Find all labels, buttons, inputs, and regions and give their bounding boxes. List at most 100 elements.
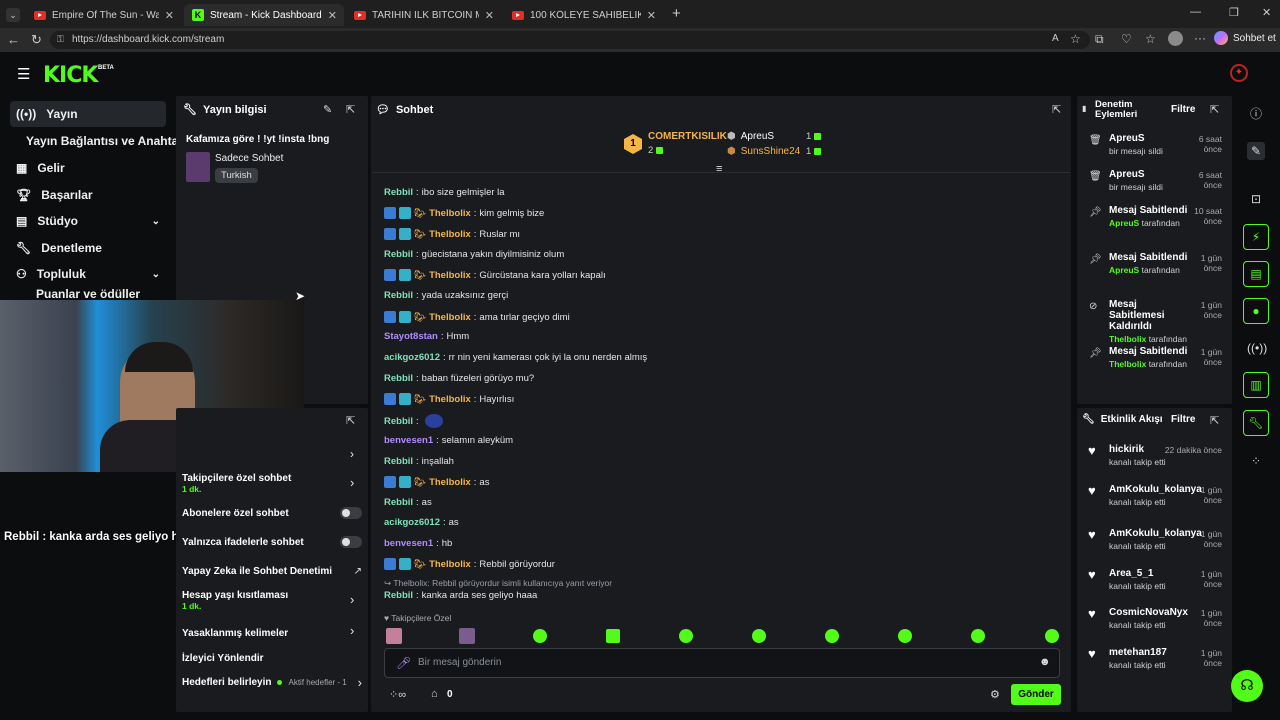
chat-message[interactable]: Rebbil: yada uzaksınız gerçi	[384, 290, 508, 301]
chat-username[interactable]: Thelbolix	[429, 394, 471, 405]
chat-username[interactable]: Stayot8stan	[384, 331, 438, 342]
document-icon[interactable]: ▤	[1243, 261, 1269, 287]
emote-avatar-1[interactable]	[386, 628, 402, 644]
edit-pencil-icon[interactable]: ✎	[323, 103, 332, 116]
chat-icon[interactable]: ●	[1243, 298, 1269, 324]
chat-message[interactable]: acikgoz6012: rr nin yeni kamerası çok iyi…	[384, 352, 647, 363]
performance-icon[interactable]: ♡	[1121, 32, 1132, 46]
chat-username[interactable]: Thelbolix	[429, 208, 471, 219]
read-aloud-icon[interactable]: A	[1052, 33, 1059, 44]
chat-message[interactable]: Rebbil: inşallah	[384, 456, 454, 467]
chat-message[interactable]: Rebbil: ibo size gelmişler la	[384, 187, 505, 198]
leaderboard-first-name[interactable]: COMERTKISILIK	[648, 131, 727, 142]
chat-message[interactable]: benvesen1: hb	[384, 538, 452, 549]
chat-message[interactable]: 🐎︎ Thelbolix: kim gelmiş bize	[384, 207, 544, 219]
maximize-icon[interactable]: ❐	[1229, 6, 1239, 19]
favorite-star-icon[interactable]: ☆	[1070, 32, 1081, 46]
address-bar[interactable]: https://dashboard.kick.com/stream	[50, 31, 1090, 49]
emote-icon[interactable]	[971, 629, 985, 643]
activity-filter-button[interactable]: Filtre	[1171, 414, 1195, 425]
store-icon[interactable]: ⌂	[431, 688, 438, 700]
chat-message[interactable]: benvesen1: selamın aleyküm	[384, 435, 513, 446]
popout-icon[interactable]: ⇱	[346, 414, 355, 427]
language-tag[interactable]: Turkish	[215, 168, 258, 183]
chevron-right-icon[interactable]: ›	[350, 447, 354, 461]
points-icon[interactable]: ⁘∞	[389, 688, 406, 701]
more-menu-icon[interactable]: ···	[1194, 31, 1206, 45]
chat-message-last[interactable]: Rebbil: kanka arda ses geliyo haaa	[384, 590, 537, 601]
chat-message[interactable]: Rebbil: baban füzeleri görüyo mu?	[384, 373, 534, 384]
moderation-item[interactable]: ApreuS bir mesajı sildi	[1109, 133, 1189, 156]
chat-message[interactable]: 🐎︎ Thelbolix: Hayırlısı	[384, 393, 514, 405]
sidebar-item-stream-key[interactable]: Yayın Bağlantısı ve Anahtarı	[10, 128, 186, 154]
followers-only-setting[interactable]: Takipçilere özel sohbet 1 dk. ›	[182, 473, 362, 494]
chat-username[interactable]: Thelbolix	[429, 559, 471, 570]
browser-tab-4[interactable]: 100 KÖLEYE SAHİBELİK YAPTIM! (S✕	[504, 4, 664, 26]
chat-username[interactable]: Thelbolix	[429, 270, 471, 281]
chat-username[interactable]: Thelbolix	[429, 477, 471, 488]
chat-username[interactable]: Thelbolix	[429, 229, 471, 240]
extensions-icon[interactable]: ⧉	[1095, 32, 1104, 47]
broadcast-icon[interactable]: ((•))	[1247, 339, 1267, 357]
close-icon[interactable]: ✕	[328, 9, 337, 22]
chat-message[interactable]: 🐎︎ Thelbolix: Ruslar mı	[384, 228, 520, 240]
chat-username[interactable]: Rebbil	[384, 416, 413, 427]
chat-username[interactable]: Rebbil	[384, 249, 413, 260]
tab-list-icon[interactable]: ⌄	[6, 8, 20, 22]
emote-icon[interactable]	[606, 629, 620, 643]
sidebar-item-basarilar[interactable]: 🏆︎ Başarılar	[10, 182, 166, 208]
chat-message[interactable]: Stayot8stan: Hmm	[384, 331, 469, 342]
moderation-item[interactable]: Mesaj Sabitlemesi Kaldırıldı Thelbolix ta…	[1109, 299, 1189, 344]
support-button[interactable]: ☊	[1231, 670, 1263, 702]
chat-message[interactable]: 🐎︎ Thelbolix: as	[384, 476, 489, 488]
sidebar-item-denetleme[interactable]: 🔧︎ Denetleme	[10, 235, 166, 261]
sidebar-item-yayin[interactable]: ((•)) Yayın	[10, 101, 166, 127]
popout-icon[interactable]: ⇱	[346, 103, 355, 116]
sidebar-item-topluluk[interactable]: ⚇ Topluluk ⌄	[10, 261, 166, 287]
moderation-item[interactable]: Mesaj Sabitlendi Thelbolix tarafından	[1109, 346, 1189, 369]
new-tab-icon[interactable]: +	[672, 5, 681, 22]
emote-icon[interactable]	[898, 629, 912, 643]
chat-username[interactable]: Thelbolix	[429, 312, 471, 323]
category-name[interactable]: Sadece Sohbet	[215, 153, 283, 164]
leaderboard-second[interactable]: ⬢ ApreuS	[727, 131, 774, 142]
window-close-icon[interactable]: ✕	[1262, 6, 1271, 19]
sidebar-item-puanlar[interactable]: Puanlar ve ödüller	[10, 288, 166, 300]
reload-icon[interactable]: ↻	[31, 32, 42, 48]
sidebar-item-studyo[interactable]: ▤ Stüdyo ⌄	[10, 208, 166, 234]
ai-moderation-setting[interactable]: Yapay Zeka ile Sohbet Denetimi ↗	[182, 566, 362, 577]
chat-username[interactable]: benvesen1	[384, 435, 433, 446]
moderator-name[interactable]: Thelbolix	[1109, 334, 1146, 344]
chat-message[interactable]: acikgoz6012: as	[384, 517, 459, 528]
emotes-only-toggle[interactable]	[340, 536, 362, 548]
close-icon[interactable]: ✕	[485, 9, 494, 22]
moderation-item[interactable]: ApreuS bir mesajı sildi	[1109, 169, 1189, 192]
layout-icon[interactable]: ▥	[1243, 372, 1269, 398]
profile-avatar[interactable]	[1168, 31, 1183, 46]
send-button[interactable]: Gönder	[1011, 684, 1061, 705]
collapse-leaderboard-icon[interactable]: ≡	[716, 163, 722, 175]
kick-logo[interactable]: KICK	[43, 63, 98, 88]
lightning-icon[interactable]: ⚡︎	[1243, 224, 1269, 250]
copilot-button[interactable]: Sohbet et	[1214, 31, 1276, 45]
goals-setting[interactable]: Hedefleri belirleyin Aktif hedefler - 1 ›	[182, 675, 362, 690]
emote-icon[interactable]	[825, 629, 839, 643]
edit-icon[interactable]: ✎	[1247, 142, 1265, 160]
emote-icon[interactable]	[1045, 629, 1059, 643]
chat-username[interactable]: benvesen1	[384, 538, 433, 549]
popout-icon[interactable]: ⇱	[1052, 103, 1061, 116]
chat-settings-gear-icon[interactable]: ⚙	[990, 688, 1000, 701]
chat-message[interactable]: Rebbil:	[384, 414, 443, 428]
account-age-setting[interactable]: Hesap yaşı kısıtlaması 1 dk. ›	[182, 590, 362, 611]
points-icon[interactable]: ⁘	[1247, 452, 1265, 470]
emote-icon[interactable]	[679, 629, 693, 643]
info-icon[interactable]: ⓘ	[1247, 105, 1265, 123]
moderation-item[interactable]: Mesaj Sabitlendi ApreuS tarafından	[1109, 252, 1189, 275]
moderation-filter-button[interactable]: Filtre	[1171, 104, 1195, 115]
sidebar-item-gelir[interactable]: ▦ Gelir	[10, 155, 166, 181]
moderator-name[interactable]: ApreuS	[1109, 218, 1139, 228]
emote-icon[interactable]	[752, 629, 766, 643]
popout-icon[interactable]: ⇱	[1210, 103, 1219, 116]
chat-message[interactable]: Rebbil: güecistana yakın diyilmisiniz olu…	[384, 249, 564, 260]
chat-username[interactable]: Rebbil	[384, 456, 413, 467]
